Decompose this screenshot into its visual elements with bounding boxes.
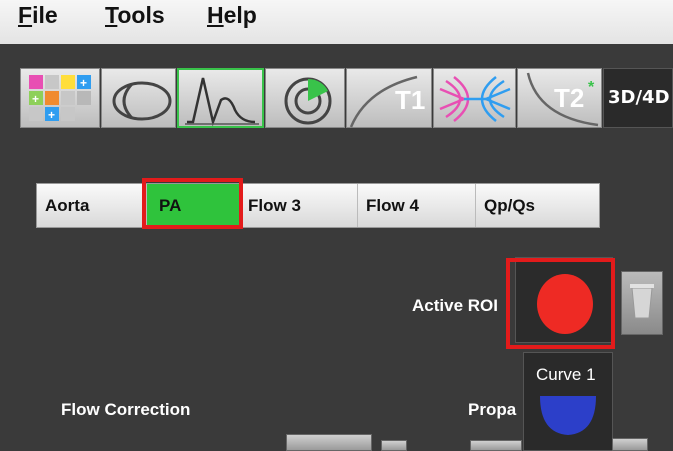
3d-4d-button[interactable]: 3D/4D	[603, 68, 673, 128]
propagate-button[interactable]	[470, 440, 522, 451]
tab-aorta-label: Aorta	[45, 196, 90, 215]
3d-4d-label: 3D/4D	[608, 87, 670, 108]
svg-text:+: +	[32, 92, 39, 106]
t2-label: T2	[554, 83, 585, 113]
flow-analysis-button[interactable]	[177, 68, 264, 128]
propagate-option-button[interactable]	[612, 438, 648, 451]
ring-segment-icon	[284, 77, 332, 125]
tab-aorta[interactable]: Aorta	[37, 184, 147, 227]
svg-text:+: +	[48, 108, 55, 122]
flow-tabs: Aorta PA Flow 3 Flow 4 Qp/Qs	[36, 183, 600, 228]
trash-icon	[630, 284, 654, 319]
active-roi-highlight	[506, 258, 615, 349]
tab-flow-4-label: Flow 4	[366, 196, 419, 215]
menu-tools-label: ools	[117, 2, 165, 28]
tab-flow-3-label: Flow 3	[248, 196, 301, 215]
delete-roi-button[interactable]	[621, 271, 663, 335]
flow-correction-label: Flow Correction	[61, 400, 191, 419]
menu-file-mnemonic: F	[18, 2, 33, 28]
myocardial-evaluation-button[interactable]	[265, 68, 345, 128]
flow-correction-button[interactable]	[286, 434, 372, 451]
flow-correction-option-button[interactable]	[381, 440, 407, 451]
tab-flow-3[interactable]: Flow 3	[240, 184, 358, 227]
menu-help-mnemonic: H	[207, 2, 224, 28]
t1-label: T1	[395, 85, 426, 115]
menu-tools-mnemonic: T	[105, 2, 118, 28]
blue-roi-icon	[540, 396, 596, 435]
flow-curve-icon	[185, 77, 259, 127]
menu-file[interactable]: File	[18, 2, 58, 29]
t1-mapping-button[interactable]: T1	[346, 68, 432, 128]
viewer-mode-button[interactable]: + + +	[20, 68, 100, 128]
function-analysis-button[interactable]	[101, 68, 176, 128]
curve-dropdown[interactable]: Curve 1	[523, 352, 613, 451]
analysis-toolbar: + + + T1 T2 * 3D/4D	[0, 44, 673, 132]
svg-text:+: +	[80, 76, 87, 90]
active-roi-label: Active ROI	[412, 296, 498, 315]
propagate-label: Propa	[468, 400, 517, 419]
menu-help-label: elp	[223, 2, 257, 28]
structure-analysis-button[interactable]	[433, 68, 516, 128]
tab-qp-qs[interactable]: Qp/Qs	[476, 184, 599, 227]
pa-tab-highlight	[142, 178, 243, 229]
tab-flow-4[interactable]: Flow 4	[358, 184, 476, 227]
t2-star-symbol: *	[588, 79, 595, 96]
tab-qp-qs-label: Qp/Qs	[484, 196, 536, 215]
t2-star-button[interactable]: T2 *	[517, 68, 602, 128]
menu-help[interactable]: Help	[207, 2, 257, 29]
menu-file-label: ile	[32, 2, 58, 28]
ventricle-icon	[112, 81, 172, 121]
color-grid-icon: + + +	[29, 75, 91, 122]
menu-tools[interactable]: Tools	[105, 2, 165, 29]
menu-bar: File Tools Help	[0, 0, 673, 44]
fiber-tract-icon	[439, 76, 511, 122]
